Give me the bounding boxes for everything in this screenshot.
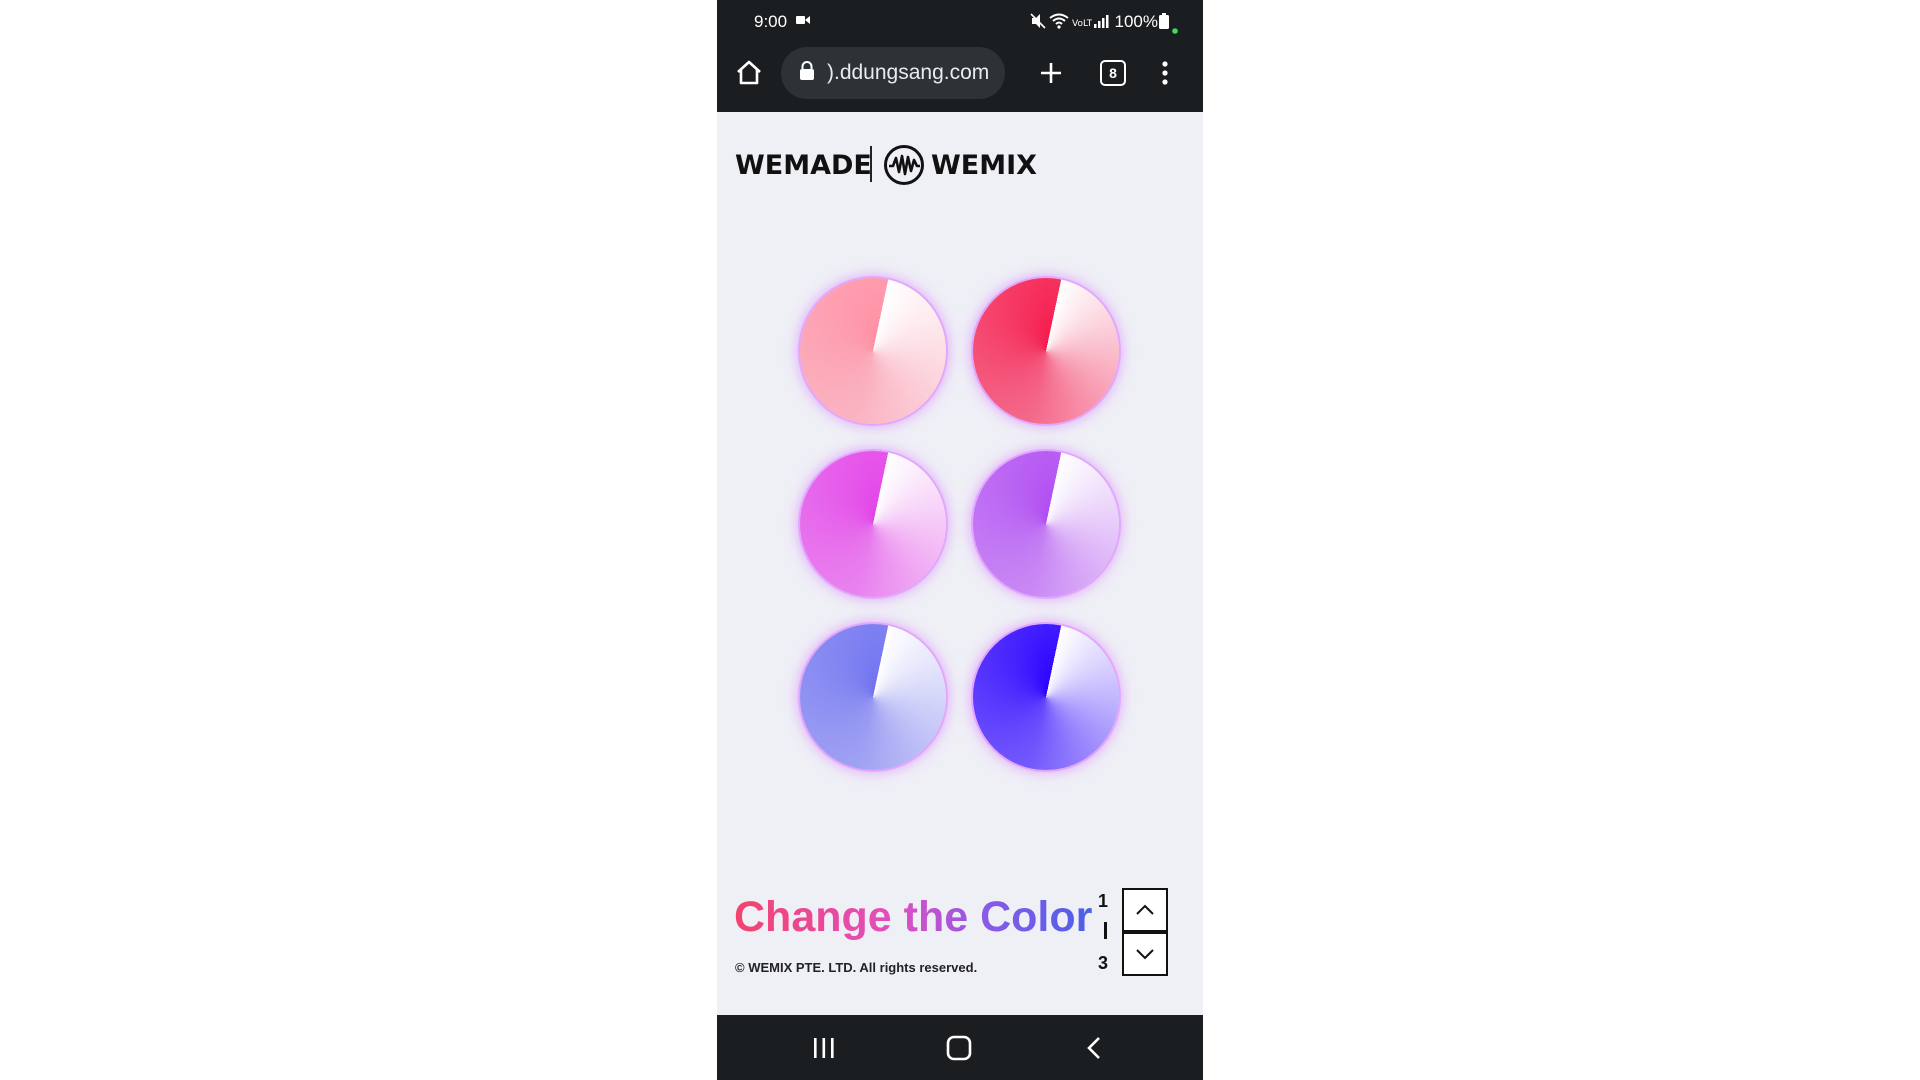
battery-percent: 100% — [1114, 12, 1158, 31]
home-icon[interactable] — [734, 58, 766, 90]
page-indicator-total: 3 — [1098, 953, 1109, 973]
address-bar[interactable]: ).ddungsang.com — [781, 47, 1005, 99]
svg-text:VoLTE: VoLTE — [1072, 19, 1092, 29]
color-dial-magenta[interactable] — [800, 451, 946, 597]
dial-highlight — [973, 278, 1119, 424]
dial-highlight — [973, 624, 1119, 770]
logo-wemix-text: WEMIX — [931, 150, 1037, 181]
color-dial-blue[interactable] — [973, 624, 1119, 770]
color-dial-red[interactable] — [973, 278, 1119, 424]
page-indicator-separator — [1104, 922, 1107, 939]
recent-apps-icon[interactable] — [811, 1037, 837, 1064]
page-headline: Change the Color — [734, 893, 1093, 941]
color-dial-violet[interactable] — [973, 451, 1119, 597]
url-text: ).ddungsang.com — [827, 61, 990, 84]
lock-icon — [799, 61, 815, 86]
video-camera-icon — [796, 13, 811, 31]
logo-divider — [870, 146, 872, 182]
page-indicator-current: 1 — [1098, 891, 1109, 911]
chevron-down-icon — [1134, 943, 1156, 970]
status-time: 9:00 — [754, 12, 788, 31]
volte-icon: VoLTE — [1072, 15, 1098, 31]
back-icon[interactable] — [1085, 1035, 1103, 1066]
signal-icon — [1093, 13, 1109, 34]
new-tab-plus-icon[interactable] — [1036, 58, 1068, 90]
wemix-emblem-icon — [883, 144, 925, 191]
logo-wemade-text: WEMADE — [735, 150, 872, 181]
browser-toolbar: ).ddungsang.com 8 — [717, 44, 1203, 112]
system-navigation-bar — [717, 1015, 1203, 1080]
tab-switcher-button[interactable]: 8 — [1100, 60, 1126, 86]
dial-highlight — [800, 278, 946, 424]
mute-icon — [1030, 13, 1046, 34]
color-dial-periwinkle[interactable] — [800, 624, 946, 770]
status-bar: 9:00 VoLTE 100% — [717, 0, 1203, 44]
chevron-up-icon — [1134, 899, 1156, 926]
next-page-button[interactable] — [1122, 932, 1168, 976]
dial-highlight — [800, 624, 946, 770]
previous-page-button[interactable] — [1122, 888, 1168, 932]
notification-dot-icon — [1172, 21, 1178, 39]
dial-highlight — [800, 451, 946, 597]
more-options-icon[interactable] — [1160, 58, 1192, 90]
dial-highlight — [973, 451, 1119, 597]
wifi-icon — [1049, 13, 1069, 34]
home-button-icon[interactable] — [945, 1035, 973, 1066]
battery-icon — [1159, 13, 1169, 34]
phone-screen: 9:00 VoLTE 100% ) — [717, 0, 1203, 1080]
color-dial-light-pink[interactable] — [800, 278, 946, 424]
copyright-text: © WEMIX PTE. LTD. All rights reserved. — [735, 960, 978, 975]
